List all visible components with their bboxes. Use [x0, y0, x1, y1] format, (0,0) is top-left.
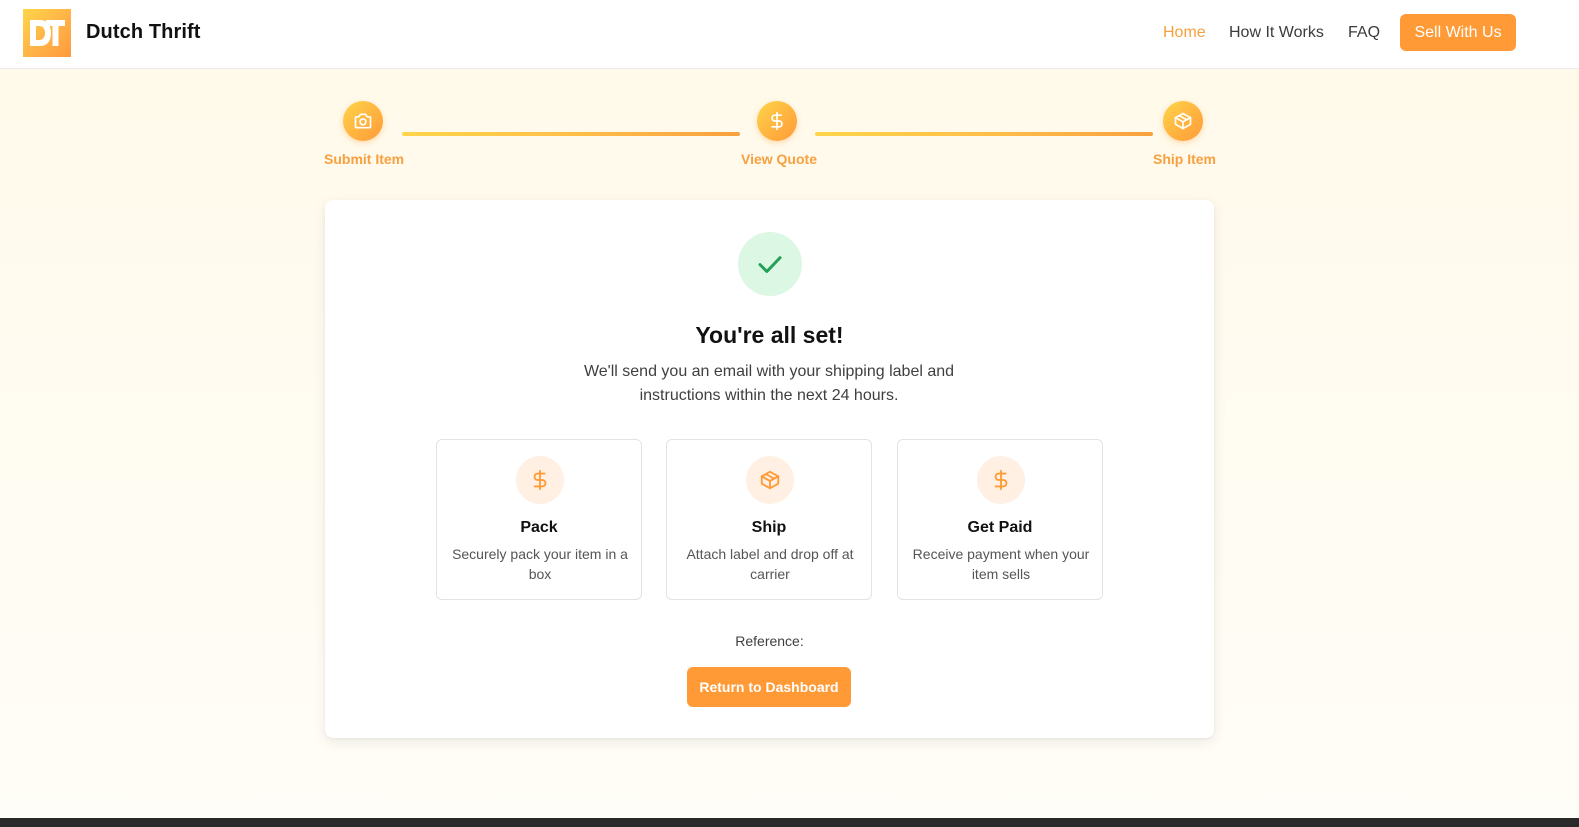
step-view-quote: [757, 101, 797, 141]
camera-icon: [354, 113, 372, 129]
next-step-card-ship: Ship Attach label and drop off at carrie…: [666, 439, 872, 600]
step-label-submit-item: Submit Item: [324, 151, 405, 167]
confirmation-subtitle: We'll send you an email with your shippi…: [583, 363, 955, 404]
confirmation-card: You're all set! We'll send you an email …: [325, 200, 1214, 738]
brand-name[interactable]: Dutch Thrift: [86, 21, 201, 44]
card-desc-pack: Securely pack your item in a box: [452, 546, 628, 582]
pack-icon-badge: [516, 456, 564, 504]
card-title-ship: Ship: [751, 519, 787, 536]
dollar-icon: [533, 469, 547, 491]
step-connector-2: [815, 132, 1153, 136]
bottom-edge-bar: [0, 818, 1579, 827]
step-connector-1: [402, 132, 740, 136]
check-icon: [758, 256, 782, 273]
dollar-icon: [771, 111, 783, 131]
step-submit-item: [343, 101, 383, 141]
step-ship-item: [1163, 101, 1203, 141]
brand-logo[interactable]: [23, 9, 71, 57]
step-label-view-quote: View Quote: [741, 151, 817, 167]
sell-with-us-button[interactable]: Sell With Us: [1400, 14, 1516, 51]
top-navbar: Dutch Thrift Home How It Works FAQ Sell …: [0, 0, 1579, 69]
ship-icon-badge: [746, 456, 794, 504]
card-desc-ship: Attach label and drop off at carrier: [686, 546, 854, 582]
card-desc-get-paid: Receive payment when your item sells: [912, 546, 1090, 582]
package-icon: [1174, 112, 1192, 130]
logo-monogram: [30, 20, 65, 46]
get-paid-icon-badge: [977, 456, 1025, 504]
dollar-icon: [994, 469, 1008, 491]
return-to-dashboard-button[interactable]: Return to Dashboard: [687, 667, 851, 707]
next-step-card-pack: Pack Securely pack your item in a box: [436, 439, 642, 600]
card-title-pack: Pack: [520, 519, 558, 536]
card-title-get-paid: Get Paid: [967, 519, 1033, 536]
success-badge: [738, 232, 802, 296]
nav-how-it-works[interactable]: How It Works: [1229, 24, 1324, 42]
reference-label: Reference:: [735, 633, 804, 649]
nav-home[interactable]: Home: [1163, 24, 1206, 42]
confirmation-title: You're all set!: [695, 322, 844, 348]
next-step-card-get-paid: Get Paid Receive payment when your item …: [897, 439, 1103, 600]
package-icon: [760, 470, 780, 490]
step-label-ship-item: Ship Item: [1153, 151, 1217, 167]
nav-faq[interactable]: FAQ: [1348, 24, 1380, 42]
